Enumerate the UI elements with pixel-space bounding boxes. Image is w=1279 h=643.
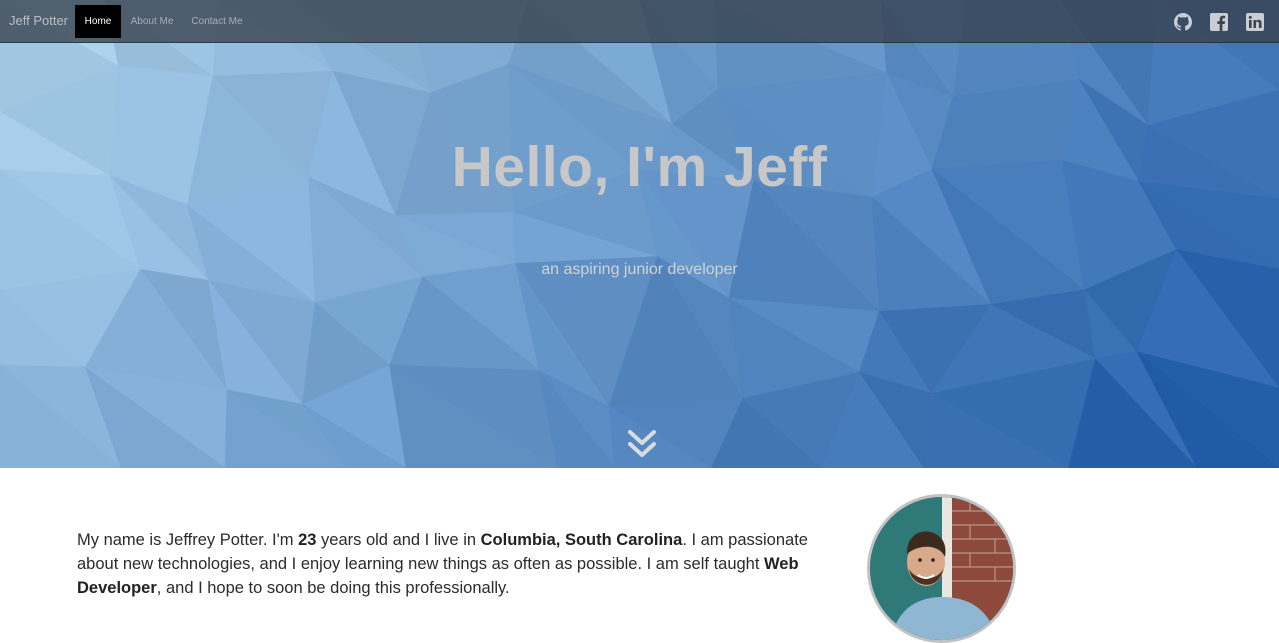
- about-text-segment: My name is Jeffrey Potter. I'm: [77, 531, 299, 549]
- nav-home[interactable]: Home: [75, 5, 121, 38]
- nav-contact-me[interactable]: Contact Me: [186, 5, 248, 38]
- linkedin-icon[interactable]: [1246, 13, 1264, 31]
- hero-title: Hello, I'm Jeff: [451, 135, 828, 199]
- about-text-segment: , and I hope to soon be doing this profe…: [156, 579, 510, 597]
- brand-link[interactable]: Jeff Potter: [9, 13, 68, 28]
- profile-photo: [867, 494, 1016, 643]
- about-text-segment: years old and I live in: [316, 531, 481, 549]
- top-navbar: Jeff Potter Home About Me Contact Me: [0, 0, 1279, 43]
- about-paragraph: My name is Jeffrey Potter. I'm 23 years …: [77, 528, 837, 600]
- double-chevron-down-icon[interactable]: [626, 429, 658, 459]
- hero-subtitle: an aspiring junior developer: [541, 261, 738, 278]
- facebook-icon[interactable]: [1210, 13, 1228, 31]
- github-icon[interactable]: [1174, 13, 1192, 31]
- age-highlight: 23: [298, 531, 317, 549]
- nav-about-me[interactable]: About Me: [126, 5, 178, 38]
- location-highlight: Columbia, South Carolina: [480, 531, 683, 549]
- hero-section: Hello, I'm Jeff an aspiring junior devel…: [0, 0, 1279, 468]
- low-poly-background: [0, 0, 1279, 468]
